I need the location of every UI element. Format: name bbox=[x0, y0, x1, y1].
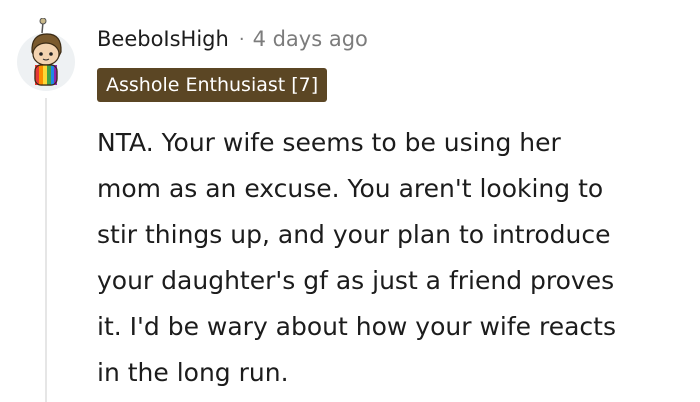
comment: BeeboIsHigh · 4 days ago Asshole Enthusi… bbox=[0, 0, 700, 402]
comment-body-line: it. I'd be wary about how your wife reac… bbox=[97, 312, 616, 341]
comment-body-line: NTA. Your wife seems to be using her bbox=[97, 128, 561, 157]
comment-body-line: stir things up, and your plan to introdu… bbox=[97, 220, 611, 249]
comment-header: BeeboIsHigh · 4 days ago bbox=[97, 24, 368, 54]
username-link[interactable]: BeeboIsHigh bbox=[97, 27, 229, 51]
thread-collapse-line[interactable] bbox=[45, 98, 47, 402]
comment-body-line: your daughter's gf as just a friend prov… bbox=[97, 266, 615, 295]
snoo-avatar-icon[interactable] bbox=[16, 18, 76, 92]
comment-body-line: in the long run. bbox=[97, 358, 289, 387]
user-flair-badge: Asshole Enthusiast [7] bbox=[97, 68, 328, 102]
comment-body-line: mom as an excuse. You aren't looking to bbox=[97, 174, 604, 203]
timestamp-link[interactable]: 4 days ago bbox=[253, 27, 368, 51]
comment-body: NTA. Your wife seems to be using her mom… bbox=[97, 120, 693, 396]
meta-separator: · bbox=[238, 28, 245, 50]
